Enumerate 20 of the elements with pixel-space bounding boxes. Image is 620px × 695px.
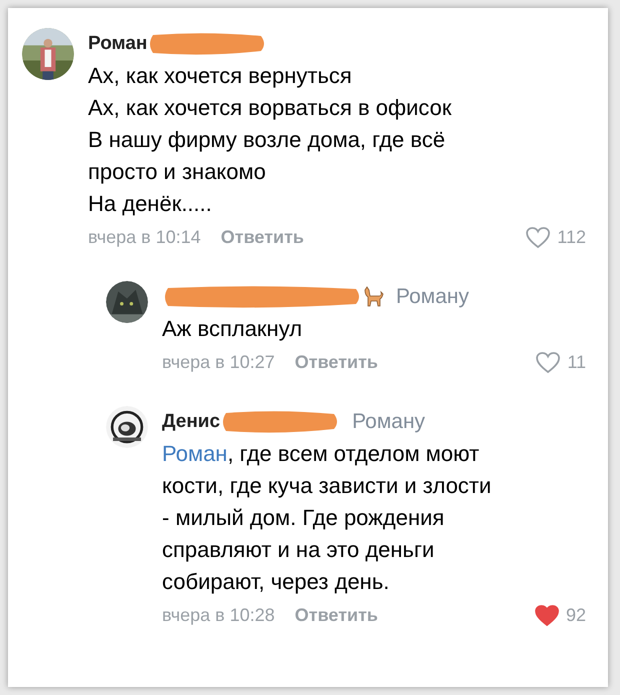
heart-icon[interactable] — [534, 604, 560, 628]
comment-time: вчера в 10:28 — [162, 604, 275, 627]
comment-time: вчера в 10:14 — [88, 226, 201, 249]
comment-time: вчера в 10:27 — [162, 351, 275, 374]
mention-link[interactable]: Роман — [162, 441, 228, 466]
author-name[interactable]: Роман — [88, 30, 148, 58]
reply-button[interactable]: Ответить — [220, 224, 304, 251]
reply-button[interactable]: Ответить — [294, 349, 378, 376]
like-count: 11 — [567, 351, 586, 374]
comment-text: Аж всплакнул — [162, 315, 304, 343]
like-count: 92 — [566, 604, 586, 627]
reply-to[interactable]: Роману — [352, 406, 426, 438]
reply-button[interactable]: Ответить — [294, 602, 378, 629]
heart-icon[interactable] — [535, 350, 562, 374]
author-name[interactable]: Денис — [162, 408, 220, 436]
reply-to[interactable]: Роману — [396, 281, 469, 313]
heart-icon[interactable] — [525, 226, 552, 250]
comment-text: Роман, где всем отделом моют кости, где куча зависти и злости - милый дом. Где рождения справляют и на это деньги собирают, через день. — [162, 440, 492, 596]
like-count: 112 — [557, 226, 586, 249]
comment-text: Ах, как хочется вернуться Ах, как хочется ворваться в офисок В нашу фирму возле дома, где всё просто и знакомо На денёк..... — [88, 62, 453, 218]
